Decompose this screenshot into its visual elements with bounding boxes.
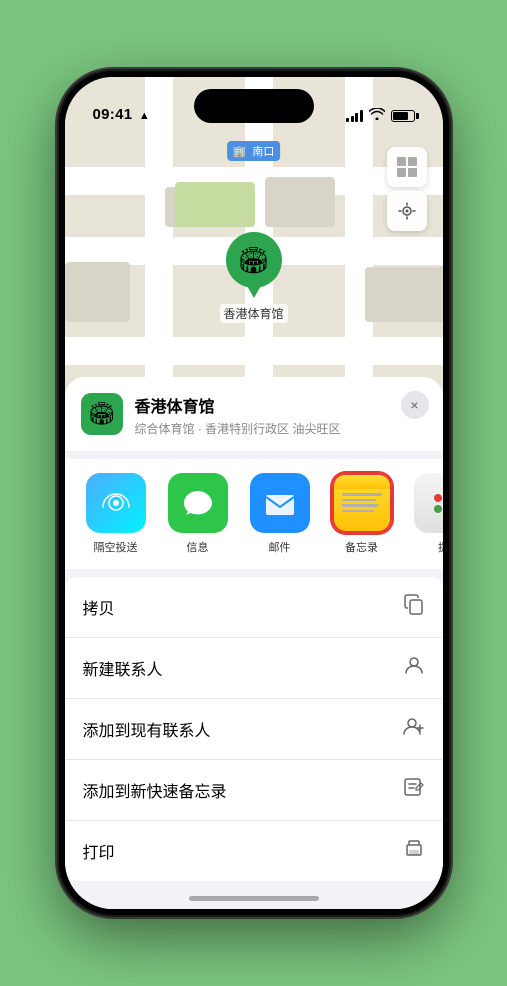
more-dot-row-1 <box>434 494 443 502</box>
action-print[interactable]: 打印 <box>65 821 443 881</box>
action-new-contact[interactable]: 新建联系人 <box>65 638 443 699</box>
new-contact-icon <box>403 654 425 682</box>
bottom-sheet: 🏟 香港体育馆 综合体育馆 · 香港特别行政区 油尖旺区 × <box>65 377 443 909</box>
location-badge: 🏢 南口 <box>227 141 281 161</box>
notes-label: 备忘录 <box>345 539 378 555</box>
dot-green <box>434 505 442 513</box>
notes-icon <box>332 473 392 533</box>
signal-bar-4 <box>360 110 363 122</box>
more-dot-row-2 <box>434 505 443 513</box>
share-row: 隔空投送 信息 <box>65 459 443 569</box>
map-block-3 <box>65 262 130 322</box>
map-controls <box>387 147 427 235</box>
action-list: 拷贝 新建联系人 <box>65 577 443 881</box>
dot-red <box>434 494 442 502</box>
time-display: 09:41 <box>93 106 133 123</box>
map-block-4 <box>365 267 443 322</box>
status-time: 09:41 ▲ <box>93 106 151 123</box>
battery-icon <box>391 110 415 122</box>
place-icon: 🏟 <box>81 393 123 435</box>
phone-screen: 09:41 ▲ <box>65 77 443 909</box>
share-mail[interactable]: 邮件 <box>245 473 315 555</box>
action-copy[interactable]: 拷贝 <box>65 577 443 638</box>
map-view-button[interactable] <box>387 147 427 187</box>
status-icons <box>346 108 415 123</box>
pin-label: 香港体育馆 <box>219 304 287 323</box>
mail-icon <box>250 473 310 533</box>
messages-label: 信息 <box>187 539 209 555</box>
map-block-2 <box>265 177 335 227</box>
more-icon <box>414 473 443 533</box>
add-existing-icon <box>403 715 425 743</box>
airdrop-icon <box>86 473 146 533</box>
location-button[interactable] <box>387 191 427 231</box>
airdrop-label: 隔空投送 <box>94 539 138 555</box>
share-more[interactable]: 提 <box>409 473 443 555</box>
signal-bar-2 <box>351 116 354 122</box>
dynamic-island <box>194 89 314 123</box>
place-header: 🏟 香港体育馆 综合体育馆 · 香港特别行政区 油尖旺区 × <box>65 377 443 451</box>
more-label: 提 <box>438 539 443 555</box>
map-pin: 🏟 香港体育馆 <box>219 232 287 323</box>
wifi-icon <box>369 108 385 123</box>
copy-icon <box>403 593 425 621</box>
signal-bar-3 <box>355 113 358 122</box>
action-add-note-label: 添加到新快速备忘录 <box>83 778 227 802</box>
location-badge-text: 南口 <box>252 146 274 158</box>
quick-note-icon <box>403 776 425 804</box>
action-add-existing[interactable]: 添加到现有联系人 <box>65 699 443 760</box>
action-copy-label: 拷贝 <box>83 595 115 619</box>
share-notes[interactable]: 备忘录 <box>327 473 397 555</box>
phone-frame: 09:41 ▲ <box>59 71 449 915</box>
location-badge-icon: 🏢 <box>233 146 247 158</box>
mail-label: 邮件 <box>269 539 291 555</box>
share-airdrop[interactable]: 隔空投送 <box>81 473 151 555</box>
place-subtitle: 综合体育馆 · 香港特别行政区 油尖旺区 <box>135 420 427 437</box>
place-info: 香港体育馆 综合体育馆 · 香港特别行政区 油尖旺区 <box>135 393 427 437</box>
share-messages[interactable]: 信息 <box>163 473 233 555</box>
location-arrow-icon: ▲ <box>139 110 150 122</box>
messages-icon <box>168 473 228 533</box>
place-name: 香港体育馆 <box>135 393 427 417</box>
home-indicator <box>189 896 319 901</box>
signal-bars <box>346 110 363 122</box>
signal-bar-1 <box>346 118 349 122</box>
action-new-contact-label: 新建联系人 <box>83 656 163 680</box>
map-green-block <box>175 182 255 227</box>
more-dots <box>434 494 443 513</box>
print-icon <box>403 837 425 865</box>
close-button[interactable]: × <box>401 391 429 419</box>
action-print-label: 打印 <box>83 839 115 863</box>
action-add-note[interactable]: 添加到新快速备忘录 <box>65 760 443 821</box>
battery-fill <box>393 112 408 120</box>
action-add-existing-label: 添加到现有联系人 <box>83 717 211 741</box>
